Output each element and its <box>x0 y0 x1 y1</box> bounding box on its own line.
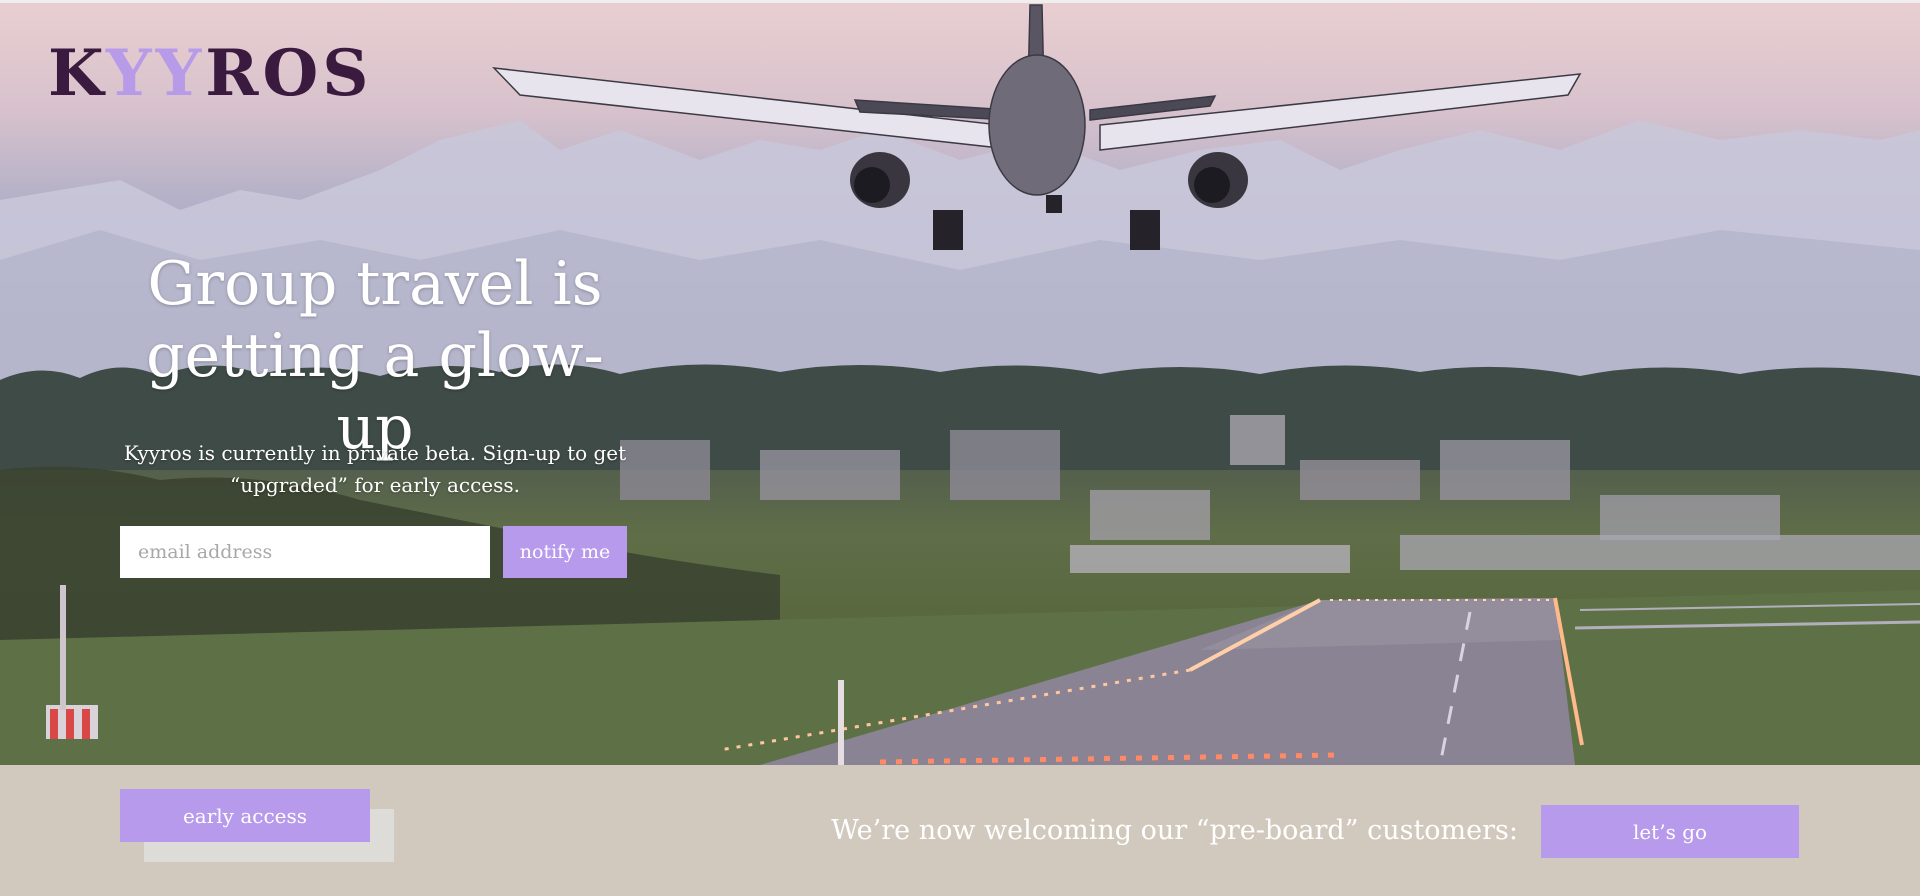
email-input[interactable] <box>120 526 490 578</box>
notify-me-button[interactable]: notify me <box>503 526 627 578</box>
logo-text-k: K <box>48 36 106 111</box>
welcome-message: We’re now welcoming our “pre-board” cust… <box>831 815 1518 846</box>
top-edge-line <box>0 0 1920 3</box>
hero-section: KYYROS Group travel is getting a glow-up… <box>0 0 1920 765</box>
lets-go-button[interactable]: let’s go <box>1541 805 1799 858</box>
hero-headline: Group travel is getting a glow-up <box>146 249 604 463</box>
logo-text-ros: ROS <box>205 36 373 111</box>
kyyros-logo[interactable]: KYYROS <box>48 42 372 106</box>
hero-subtext: Kyyros is currently in private beta. Sig… <box>123 441 627 497</box>
logo-text-yy: YY <box>105 36 206 111</box>
early-access-button[interactable]: early access <box>120 789 370 842</box>
